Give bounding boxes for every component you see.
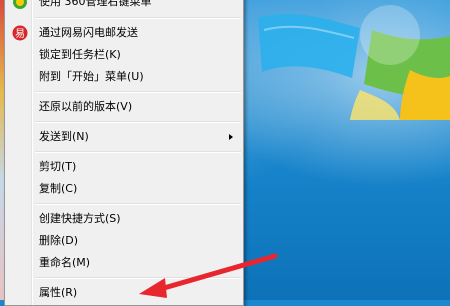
menu-separator [35,151,241,153]
windows-logo-wallpaper [258,5,450,120]
netease-mail-icon: 易 [12,25,28,41]
menu-item-label: 剪切(T) [39,160,77,173]
menu-item-label: 锁定到任务栏(K) [39,48,121,61]
svg-text:易: 易 [15,28,25,40]
menu-item-label: 复制(C) [39,182,78,195]
menu-item-restore-versions[interactable]: 还原以前的版本(V) [7,96,241,118]
menu-item-label: 还原以前的版本(V) [39,100,133,113]
menu-item-label: 删除(D) [39,234,79,247]
menu-item-send-netease[interactable]: 易 通过网易闪电邮发送 [7,22,241,44]
menu-item-label: 发送到(N) [39,130,89,143]
submenu-arrow-icon [229,134,233,140]
menu-item-pin-taskbar[interactable]: 锁定到任务栏(K) [7,44,241,66]
menu-item-copy[interactable]: 复制(C) [7,178,241,200]
menu-item-label: 通过网易闪电邮发送 [39,26,138,39]
360-shield-icon [13,0,27,9]
menu-item-delete[interactable]: 删除(D) [7,230,241,252]
red-pointer-arrow-annotation [139,253,278,298]
menu-separator [35,121,241,123]
menu-separator [35,17,241,19]
menu-item-pin-start[interactable]: 附到「开始」菜单(U) [7,66,241,88]
menu-item-send-to[interactable]: 发送到(N) [7,126,241,148]
menu-item-label: 重命名(M) [39,256,91,269]
menu-item-cut[interactable]: 剪切(T) [7,156,241,178]
menu-item-label: 附到「开始」菜单(U) [39,70,144,83]
menu-item-create-shortcut[interactable]: 创建快捷方式(S) [7,208,241,230]
menu-item-360-manage[interactable]: 使用 360管理右键菜单 [7,0,241,13]
menu-item-label: 创建快捷方式(S) [39,212,121,225]
menu-separator [35,91,241,93]
menu-separator [35,203,241,205]
menu-item-label: 使用 360管理右键菜单 [39,0,152,8]
menu-item-label: 属性(R) [39,286,78,299]
